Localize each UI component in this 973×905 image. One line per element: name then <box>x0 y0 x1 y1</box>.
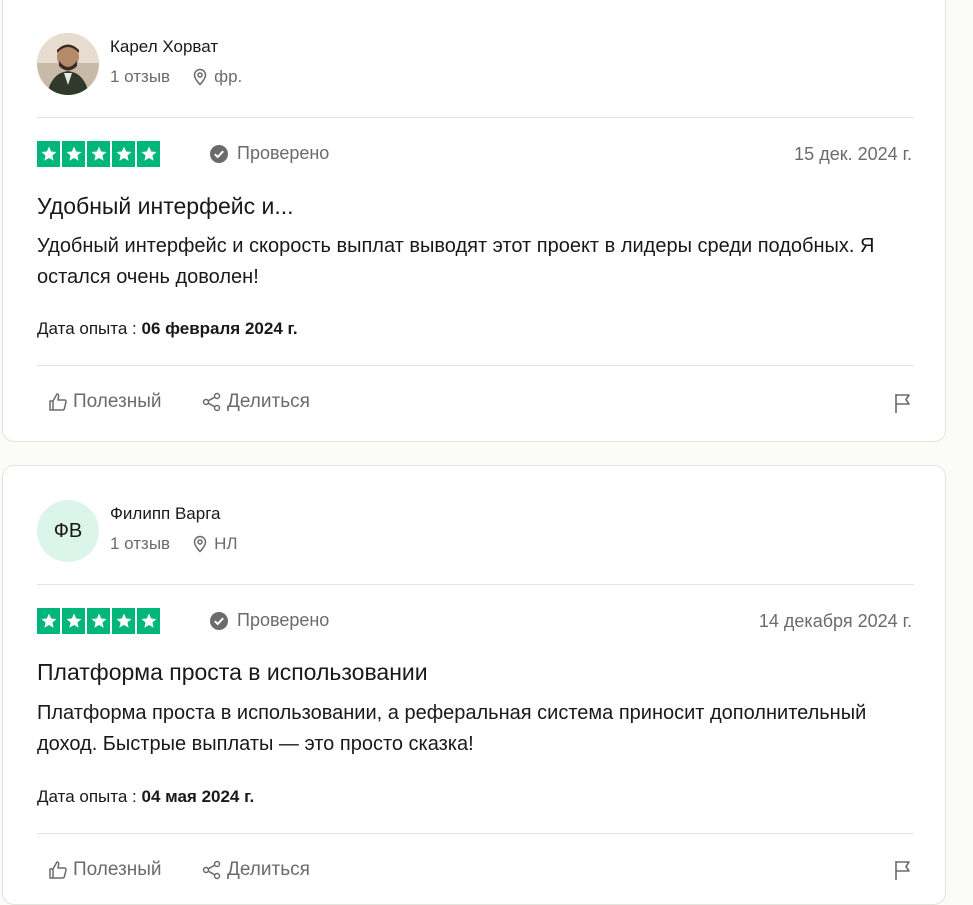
review-title[interactable]: Удобный интерфейс и... <box>37 193 294 220</box>
experience-label: Дата опыта : <box>37 319 137 338</box>
review-text: Удобный интерфейс и скорость выплат выво… <box>37 235 875 288</box>
review-title[interactable]: Платформа проста в использовании <box>37 659 428 686</box>
verified-badge[interactable]: Проверено <box>209 143 329 164</box>
flag-icon[interactable] <box>891 858 915 887</box>
reviewer-meta: 1 отзыв НЛ <box>110 534 238 554</box>
share-icon <box>201 859 223 881</box>
thumbs-up-icon <box>47 391 69 413</box>
experience-date: Дата опыта : 04 мая 2024 г. <box>37 787 254 807</box>
review-date: 14 декабря 2024 г. <box>758 611 912 631</box>
reviewer-country: НЛ <box>214 534 238 553</box>
reviewer-name[interactable]: Карел Хорват <box>110 37 218 57</box>
useful-label: Полезный <box>73 391 162 412</box>
star-icon <box>87 141 110 167</box>
useful-button[interactable]: Полезный <box>47 391 162 413</box>
useful-label: Полезный <box>73 859 162 880</box>
star-icon <box>62 141 85 167</box>
avatar[interactable]: ФВ <box>37 500 99 562</box>
star-icon <box>112 608 135 634</box>
divider <box>37 117 914 118</box>
thumbs-up-icon <box>47 859 69 881</box>
experience-date: Дата опыта : 06 февраля 2024 г. <box>37 319 298 339</box>
star-icon <box>137 608 160 634</box>
review-date: 15 дек. 2024 г. <box>794 144 912 164</box>
flag-icon[interactable] <box>891 391 915 420</box>
share-icon <box>201 391 223 413</box>
star-icon <box>37 141 60 167</box>
experience-date-value: 04 мая 2024 г. <box>141 787 255 806</box>
star-rating <box>37 608 160 634</box>
star-icon <box>137 141 160 167</box>
reviewer-country: фр. <box>214 67 243 86</box>
star-icon <box>37 608 60 634</box>
star-icon <box>87 608 110 634</box>
share-button[interactable]: Делиться <box>201 391 310 413</box>
review-count: 1 отзыв <box>110 534 171 553</box>
divider <box>37 365 914 366</box>
verified-label: Проверено <box>237 143 330 163</box>
avatar[interactable] <box>37 33 99 95</box>
divider <box>37 833 914 834</box>
map-pin-icon <box>192 68 208 86</box>
map-pin-icon <box>192 535 208 553</box>
review-card: ФВ Филипп Варга 1 отзыв НЛ Проверено 14 … <box>2 465 946 905</box>
star-icon <box>112 141 135 167</box>
experience-date-value: 06 февраля 2024 г. <box>141 319 298 338</box>
star-rating <box>37 141 160 167</box>
review-count: 1 отзыв <box>110 67 171 86</box>
review-text: Платформа проста в использовании, а рефе… <box>37 702 867 755</box>
star-icon <box>62 608 85 634</box>
verified-badge[interactable]: Проверено <box>209 610 329 631</box>
share-label: Делиться <box>227 859 310 880</box>
reviewer-meta: 1 отзыв фр. <box>110 67 242 87</box>
verified-check-icon <box>209 144 229 164</box>
useful-button[interactable]: Полезный <box>47 859 162 881</box>
share-button[interactable]: Делиться <box>201 859 310 881</box>
share-label: Делиться <box>227 391 310 412</box>
review-card: Карел Хорват 1 отзыв фр. Проверено 15 де… <box>2 0 946 442</box>
verified-check-icon <box>209 611 229 631</box>
verified-label: Проверено <box>237 610 330 630</box>
divider <box>37 584 914 585</box>
reviewer-name[interactable]: Филипп Варга <box>110 504 221 524</box>
experience-label: Дата опыта : <box>37 787 137 806</box>
